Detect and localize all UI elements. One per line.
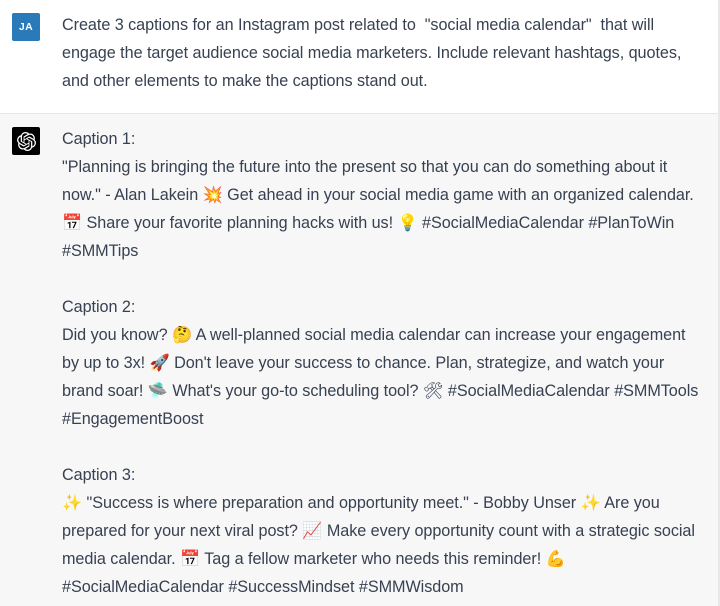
user-avatar: JA xyxy=(12,13,40,41)
assistant-avatar xyxy=(12,127,40,155)
caption-1-heading: Caption 1: xyxy=(62,130,136,148)
caption-2-heading: Caption 2: xyxy=(62,298,136,316)
user-avatar-initials: JA xyxy=(18,21,34,33)
assistant-message-body: Caption 1: "Planning is bringing the fut… xyxy=(62,125,704,601)
user-message-turn: JA Create 3 captions for an Instagram po… xyxy=(0,0,718,114)
user-message-body: Create 3 captions for an Instagram post … xyxy=(62,11,704,95)
caption-3-body: ✨ "Success is where preparation and oppo… xyxy=(62,494,700,596)
chat-conversation: JA Create 3 captions for an Instagram po… xyxy=(0,0,720,606)
assistant-message-turn: Caption 1: "Planning is bringing the fut… xyxy=(0,114,718,606)
caption-3-heading: Caption 3: xyxy=(62,466,136,484)
caption-2-body: Did you know? 🤔 A well-planned social me… xyxy=(62,326,703,428)
user-message-text: Create 3 captions for an Instagram post … xyxy=(62,16,686,90)
caption-1-body: "Planning is bringing the future into th… xyxy=(62,158,699,260)
openai-logo-icon xyxy=(16,131,36,151)
